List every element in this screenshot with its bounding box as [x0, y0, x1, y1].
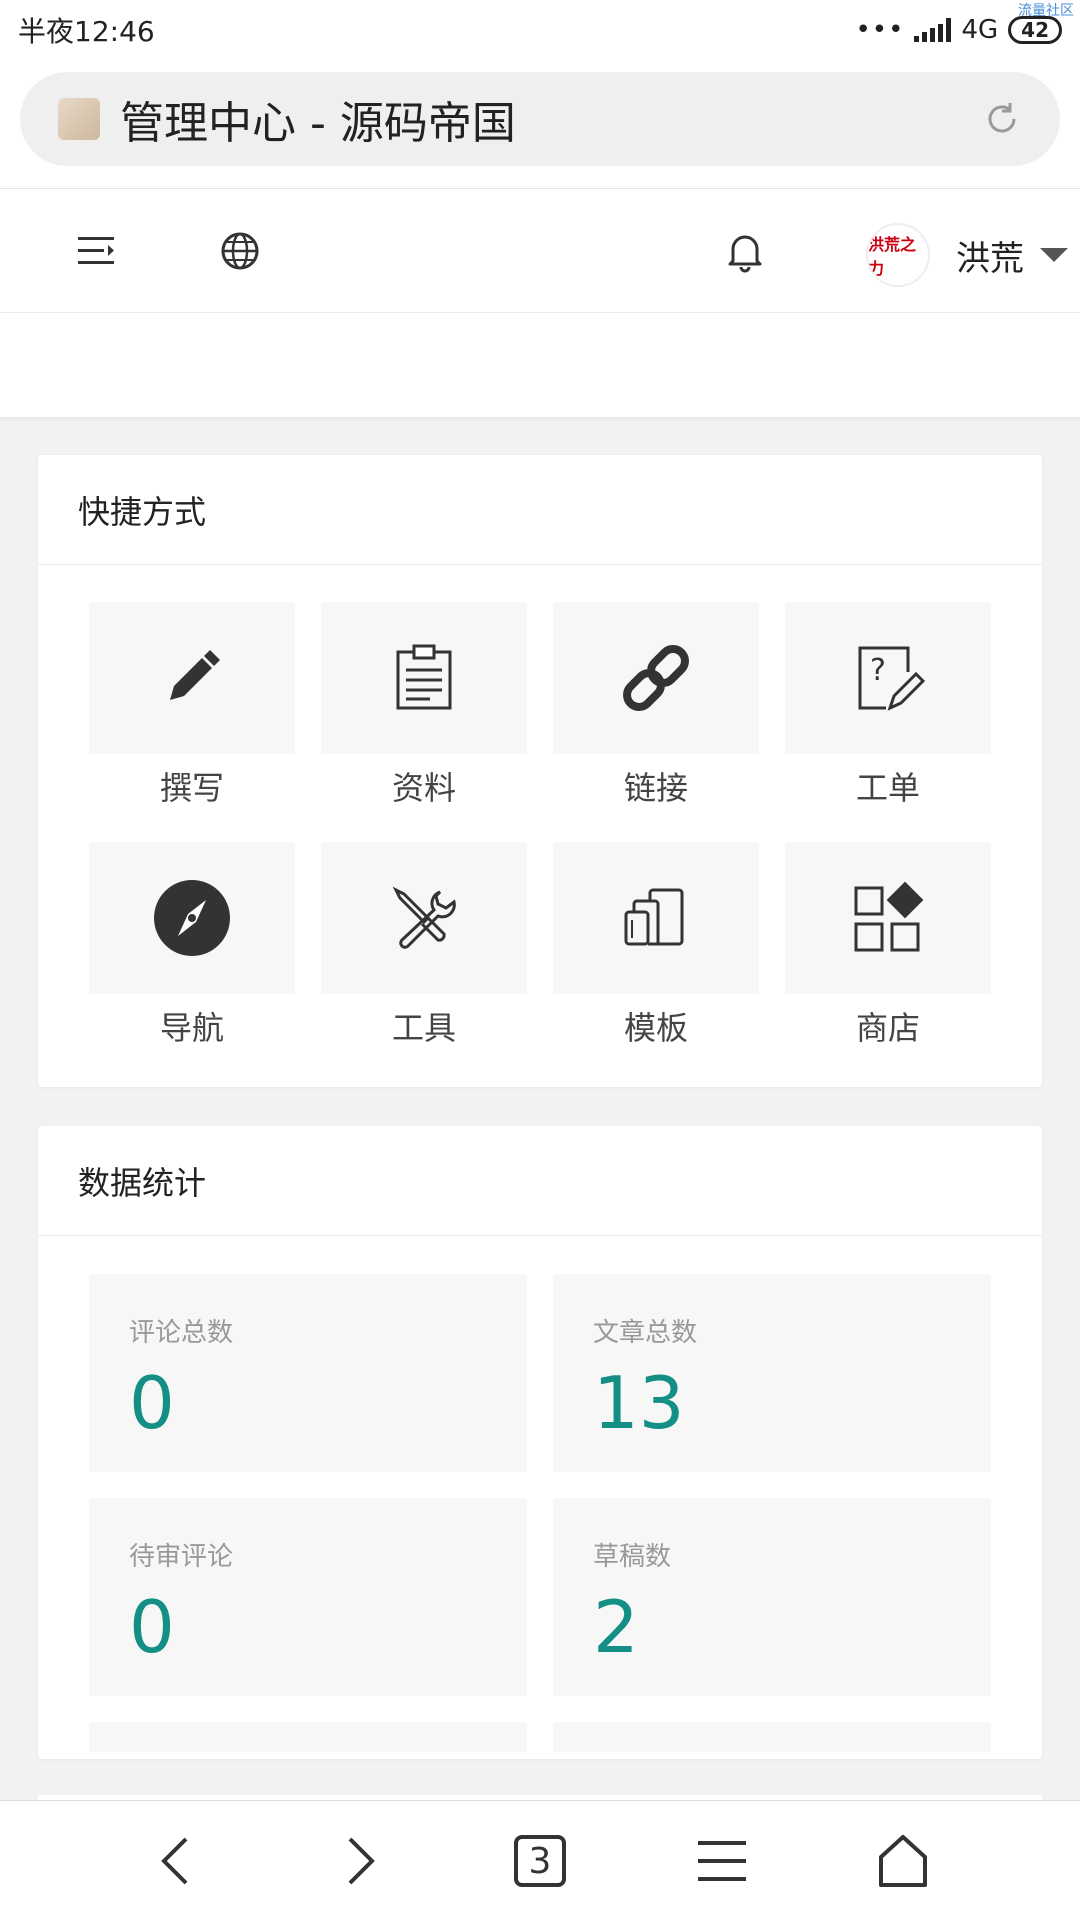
template-icon [624, 888, 684, 946]
globe-icon[interactable] [218, 229, 262, 273]
back-button[interactable] [148, 1831, 208, 1891]
stats-title: 数据统计 [38, 1126, 1042, 1236]
stat-label: 草稿数 [593, 1542, 672, 1572]
stat-value: 13 [593, 1361, 685, 1445]
tabs-button[interactable]: 3 [510, 1831, 570, 1891]
page-title: 管理中心 - 源码帝国 [120, 98, 516, 149]
ticket-icon: ? [858, 646, 926, 711]
browser-bottom-nav: 3 [0, 1800, 1080, 1920]
stat-comments-total[interactable]: 评论总数 0 [89, 1274, 527, 1472]
shortcut-label: 工具 [391, 1009, 456, 1047]
shortcut-label: 撰写 [159, 769, 224, 807]
chevron-left-icon [161, 1837, 188, 1885]
stat-posts-total[interactable]: 文章总数 13 [553, 1274, 991, 1472]
pencil-icon [170, 650, 220, 700]
stats-card: 数据统计 评论总数 0 文章总数 13 待审评论 0 草稿数 2 [38, 1126, 1042, 1759]
shortcut-label: 链接 [623, 769, 688, 807]
menu-button[interactable] [692, 1831, 752, 1891]
avatar: 洪荒之力 [866, 223, 930, 287]
admin-header: 洪荒之力 洪荒 [0, 188, 1080, 313]
shortcut-label: 导航 [159, 1009, 224, 1047]
stat-value: 2 [593, 1585, 639, 1669]
shortcut-navigation[interactable] [89, 842, 295, 994]
menu-toggle-icon[interactable] [76, 229, 120, 273]
shortcuts-title: 快捷方式 [38, 455, 1042, 565]
stat-label: 评论总数 [129, 1318, 234, 1348]
shortcuts-card: 快捷方式 撰写 资料 链接 ? 工单 导航 工具 模板 商店 [38, 455, 1042, 1087]
forward-button[interactable] [328, 1831, 388, 1891]
watermark: 流量社区 [1018, 3, 1074, 19]
shortcut-write[interactable] [89, 602, 295, 754]
svg-text:?: ? [870, 653, 886, 688]
home-icon [879, 1835, 927, 1887]
shortcut-label: 模板 [623, 1009, 688, 1047]
reload-icon[interactable] [982, 99, 1022, 139]
shortcut-store[interactable] [785, 842, 991, 994]
store-icon [854, 881, 924, 952]
stat-pending-comments[interactable]: 待审评论 0 [89, 1498, 527, 1696]
shortcut-label: 商店 [855, 1009, 920, 1047]
browser-bar: 管理中心 - 源码帝国 [0, 60, 1080, 188]
breadcrumb-bar [0, 313, 1080, 417]
user-menu[interactable]: 洪荒之力 洪荒 [866, 223, 1068, 287]
stat-value: 0 [129, 1361, 175, 1445]
hamburger-icon [698, 1841, 746, 1881]
stat-tile-partial [89, 1722, 527, 1752]
battery-icon: 42 [1008, 16, 1062, 44]
stat-label: 待审评论 [129, 1542, 234, 1572]
tab-count: 3 [528, 1840, 552, 1882]
stat-tile-partial [553, 1722, 991, 1752]
shortcut-profile[interactable] [321, 602, 527, 754]
address-bar[interactable]: 管理中心 - 源码帝国 [20, 72, 1060, 166]
bell-icon[interactable] [723, 229, 767, 273]
network-type: 4G [961, 15, 999, 45]
shortcut-links[interactable] [553, 602, 759, 754]
signal-icon [914, 18, 952, 42]
status-bar: 半夜12:46 ••• 4G 42 流量社区 [0, 0, 1080, 60]
tools-icon [392, 886, 456, 949]
shortcut-ticket[interactable]: ? [785, 602, 991, 754]
stat-value: 0 [129, 1585, 175, 1669]
favicon-icon [58, 98, 100, 140]
compass-icon [154, 880, 230, 956]
chevron-right-icon [348, 1837, 375, 1885]
stat-label: 文章总数 [593, 1318, 698, 1348]
link-icon [623, 645, 689, 711]
shortcut-label: 工单 [855, 769, 920, 807]
shortcut-templates[interactable] [553, 842, 759, 994]
caret-down-icon [1040, 248, 1068, 262]
clipboard-icon [396, 644, 452, 710]
username: 洪荒 [956, 238, 1024, 279]
shortcut-tools[interactable] [321, 842, 527, 994]
shortcut-label: 资料 [391, 769, 456, 807]
status-time: 半夜12:46 [18, 15, 155, 48]
stat-drafts[interactable]: 草稿数 2 [553, 1498, 991, 1696]
notification-dots-icon: ••• [855, 15, 905, 45]
home-button[interactable] [873, 1831, 933, 1891]
